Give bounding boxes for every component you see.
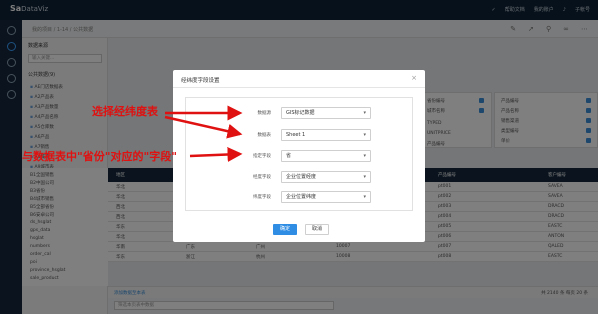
chevron-down-icon: ▾ <box>363 132 366 138</box>
datasource-select[interactable]: GIS标记数据 ▾ <box>281 107 371 119</box>
close-icon[interactable]: × <box>411 74 417 82</box>
match-field-value: 省 <box>286 153 292 159</box>
chevron-down-icon: ▾ <box>363 174 366 180</box>
confirm-button[interactable]: 确定 <box>273 224 297 235</box>
dialog-header: 经纬度字段设置 × <box>173 70 425 88</box>
dialog-title: 经纬度字段设置 <box>181 78 220 84</box>
latitude-select[interactable]: 企业位置纬度 ▾ <box>281 191 371 203</box>
table-value: Sheet 1 <box>286 132 306 138</box>
annotation-match-field: 与数据表中"省份"对应的"字段" <box>22 150 177 163</box>
table-select[interactable]: Sheet 1 ▾ <box>281 129 371 141</box>
chevron-down-icon: ▾ <box>363 110 366 116</box>
latitude-label: 纬度字段 <box>253 195 271 200</box>
dialog-body: 数据源 GIS标记数据 ▾ 数据表 Sheet 1 ▾ 指定字段 省 ▾ 经度字… <box>185 97 413 211</box>
chevron-down-icon: ▾ <box>363 153 366 159</box>
latitude-value: 企业位置纬度 <box>286 194 317 200</box>
cancel-button[interactable]: 取消 <box>305 224 329 235</box>
table-label: 数据表 <box>257 133 272 138</box>
longitude-value: 企业位置经度 <box>286 174 317 180</box>
latlng-settings-dialog: 经纬度字段设置 × 数据源 GIS标记数据 ▾ 数据表 Sheet 1 ▾ 指定… <box>173 70 425 242</box>
longitude-select[interactable]: 企业位置经度 ▾ <box>281 171 371 183</box>
longitude-label: 经度字段 <box>253 175 271 180</box>
annotation-choose-table: 选择经纬度表 <box>92 105 158 118</box>
datasource-label: 数据源 <box>257 111 272 116</box>
chevron-down-icon: ▾ <box>363 194 366 200</box>
datasource-value: GIS标记数据 <box>286 110 315 116</box>
match-field-select[interactable]: 省 ▾ <box>281 150 371 162</box>
match-field-label: 指定字段 <box>253 154 271 159</box>
